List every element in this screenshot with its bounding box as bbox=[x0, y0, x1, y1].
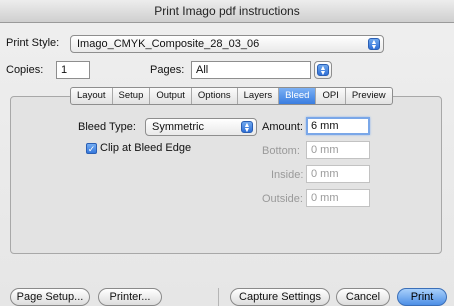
tab-output[interactable]: Output bbox=[149, 88, 191, 104]
amount-field[interactable]: 6 mm bbox=[306, 117, 370, 135]
bottom-field[interactable]: 0 mm bbox=[306, 141, 370, 159]
bleed-type-value: Symmetric bbox=[152, 121, 204, 133]
window-title: Print Imago pdf instructions bbox=[0, 0, 454, 23]
print-button[interactable]: Print bbox=[397, 288, 447, 306]
print-style-value: Imago_CMYK_Composite_28_03_06 bbox=[77, 38, 260, 50]
tab-layout[interactable]: Layout bbox=[71, 88, 112, 104]
copies-field[interactable]: 1 bbox=[56, 61, 90, 79]
print-dialog: Print Imago pdf instructions Print Style… bbox=[0, 0, 454, 306]
outside-field[interactable]: 0 mm bbox=[306, 189, 370, 207]
tab-bleed[interactable]: Bleed bbox=[278, 88, 316, 104]
amount-label: Amount: bbox=[262, 121, 303, 133]
outside-label: Outside: bbox=[262, 193, 303, 205]
popup-arrows-icon: ▲ ▼ bbox=[368, 38, 380, 51]
pages-label: Pages: bbox=[150, 64, 185, 76]
cancel-button[interactable]: Cancel bbox=[336, 288, 390, 306]
tab-setup[interactable]: Setup bbox=[111, 88, 150, 104]
tab-options[interactable]: Options bbox=[190, 88, 237, 104]
button-divider bbox=[218, 288, 219, 306]
bottom-label: Bottom: bbox=[262, 145, 300, 157]
tab-opi[interactable]: OPI bbox=[315, 88, 344, 104]
clip-label: Clip at Bleed Edge bbox=[100, 142, 192, 154]
printer-button[interactable]: Printer... bbox=[98, 288, 162, 306]
print-style-select[interactable]: Imago_CMYK_Composite_28_03_06 ▲ ▼ bbox=[70, 35, 384, 53]
inside-field[interactable]: 0 mm bbox=[306, 165, 370, 183]
tab-layers[interactable]: Layers bbox=[236, 88, 279, 104]
bleed-type-select[interactable]: Symmetric ▲ ▼ bbox=[145, 118, 257, 136]
page-setup-button[interactable]: Page Setup... bbox=[10, 288, 90, 306]
pages-field[interactable]: All bbox=[191, 61, 311, 79]
bleed-type-label: Bleed Type: bbox=[78, 121, 136, 133]
print-style-label: Print Style: bbox=[6, 37, 60, 49]
popup-arrows-icon: ▲ ▼ bbox=[241, 121, 253, 134]
clip-checkbox[interactable]: ✓ bbox=[86, 143, 97, 154]
copies-label: Copies: bbox=[6, 64, 44, 76]
pages-popup-button[interactable]: ▲ ▼ bbox=[314, 61, 332, 79]
tab-bar: Layout Setup Output Options Layers Bleed… bbox=[70, 87, 393, 105]
popup-arrows-icon: ▲ ▼ bbox=[317, 64, 329, 77]
capture-settings-button[interactable]: Capture Settings bbox=[230, 288, 330, 306]
tab-preview[interactable]: Preview bbox=[344, 88, 392, 104]
inside-label: Inside: bbox=[271, 169, 304, 181]
